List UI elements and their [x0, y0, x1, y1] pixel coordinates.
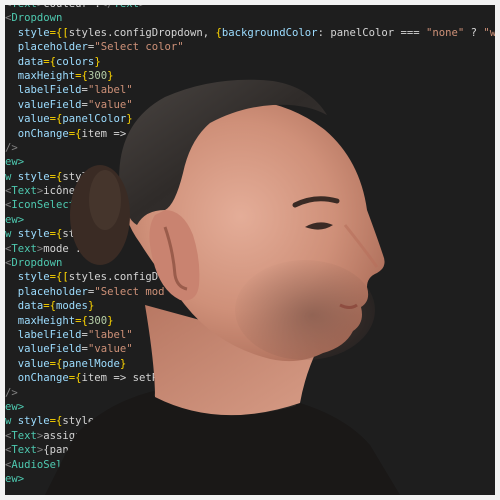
photo-frame: <Text>couleur :</Text><Dropdown style={[…	[5, 5, 495, 495]
person-profile-photo	[45, 79, 400, 495]
